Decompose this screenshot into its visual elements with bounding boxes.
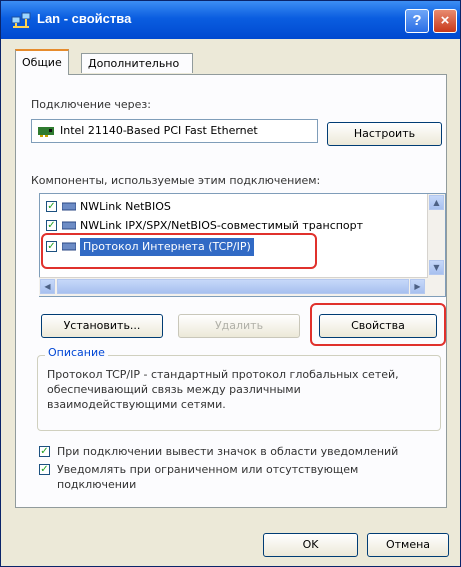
scroll-down-button[interactable]: ▼ (429, 260, 444, 275)
scroll-right-button[interactable]: ▶ (410, 279, 425, 294)
configure-button[interactable]: Настроить (327, 122, 442, 146)
component-checkbox[interactable]: ✓ (46, 201, 57, 212)
close-button[interactable]: × (433, 9, 457, 33)
network-adapter-icon (38, 127, 54, 137)
component-label: NWLink NetBIOS (80, 200, 171, 213)
properties-highlight-annotation (310, 303, 446, 346)
uninstall-button: Удалить (178, 314, 300, 338)
option-label: Уведомлять при ограниченном или отсутств… (57, 463, 359, 491)
tcpip-highlight-annotation (41, 233, 317, 269)
connect-using-label: Подключение через: (31, 98, 151, 111)
properties-window: Lan - свойства ? × Дополнительно Общие П… (0, 0, 461, 567)
protocol-icon (62, 202, 76, 211)
protocol-icon (62, 221, 76, 230)
horizontal-scroll-thumb[interactable] (57, 279, 409, 294)
show-icon-checkbox[interactable]: ✓ (39, 446, 50, 457)
network-connection-icon (11, 12, 31, 28)
adapter-field: Intel 21140-Based PCI Fast Ethernet (31, 119, 318, 143)
tab-general[interactable]: Общие (15, 49, 69, 75)
help-button[interactable]: ? (405, 9, 429, 33)
scroll-up-button[interactable]: ▲ (429, 195, 444, 210)
ok-button[interactable]: OK (263, 533, 358, 557)
tab-advanced[interactable]: Дополнительно (81, 53, 193, 73)
cancel-button[interactable]: Отмена (367, 533, 449, 557)
title-bar[interactable]: Lan - свойства ? × (1, 1, 460, 39)
notify-checkbox[interactable]: ✓ (39, 464, 50, 475)
install-button[interactable]: Установить... (41, 314, 163, 338)
component-checkbox[interactable]: ✓ (46, 220, 57, 231)
description-text: Протокол TCP/IP - стандартный протокол г… (47, 368, 399, 411)
components-label: Компоненты, используемые этим подключени… (31, 174, 321, 187)
window-title: Lan - свойства (37, 11, 132, 26)
horizontal-scrollbar[interactable]: ◀ ▶ (39, 277, 428, 296)
scroll-left-button[interactable]: ◀ (40, 279, 55, 294)
option-label: При подключении вывести значок в области… (57, 445, 399, 458)
description-title: Описание (45, 346, 108, 359)
adapter-name: Intel 21140-Based PCI Fast Ethernet (60, 124, 258, 137)
vertical-scrollbar[interactable]: ▲ ▼ (427, 194, 445, 296)
